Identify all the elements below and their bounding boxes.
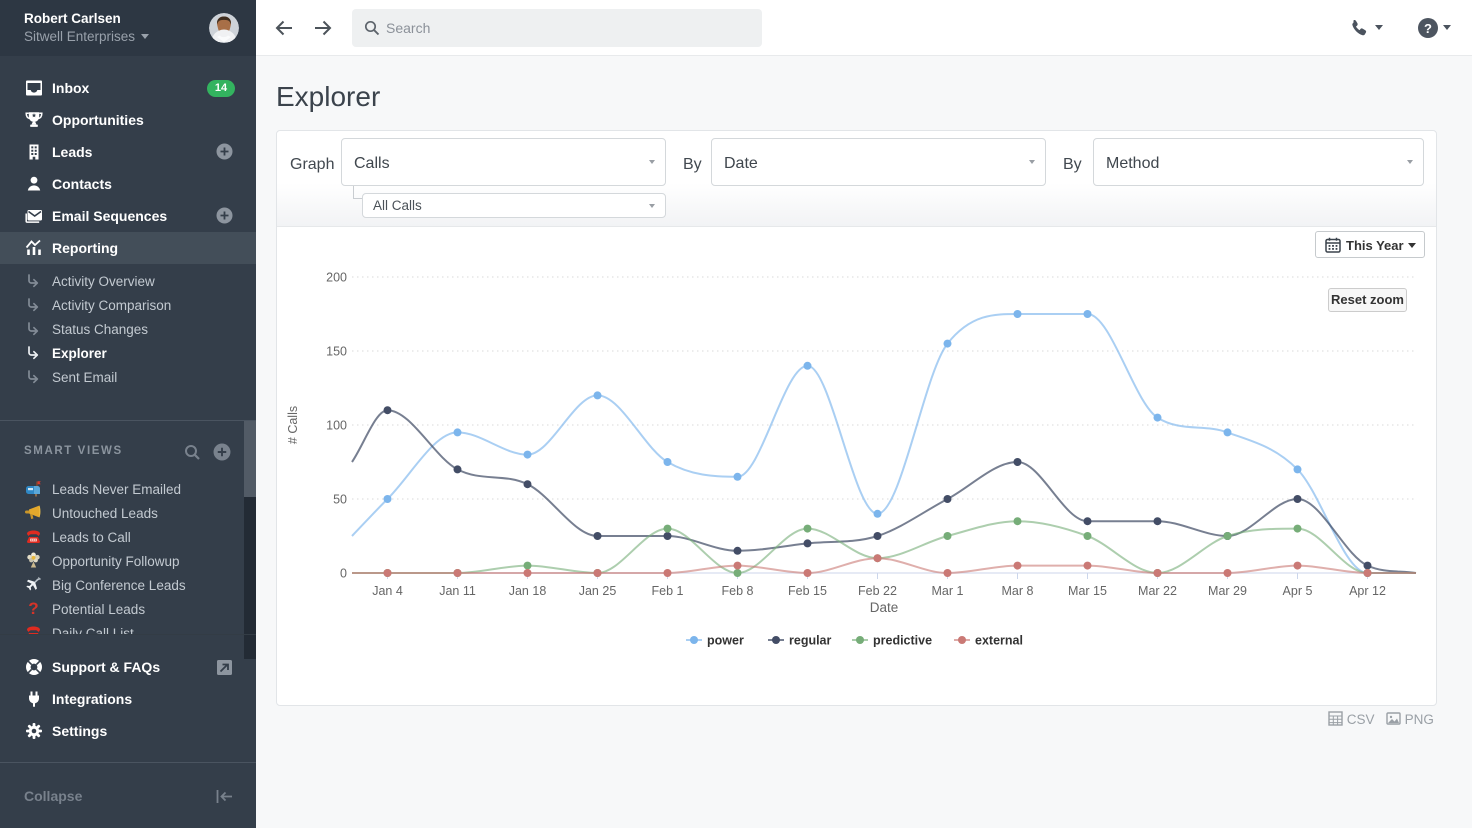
- svg-text:50: 50: [333, 493, 347, 507]
- svg-text:Mar 29: Mar 29: [1208, 584, 1247, 598]
- svg-text:Apr 5: Apr 5: [1283, 584, 1313, 598]
- svg-text:Feb 1: Feb 1: [652, 584, 684, 598]
- svg-text:Mar 15: Mar 15: [1068, 584, 1107, 598]
- svg-text:Mar 22: Mar 22: [1138, 584, 1177, 598]
- svg-text:regular: regular: [789, 634, 832, 648]
- svg-text:200: 200: [326, 271, 347, 285]
- svg-text:Jan 18: Jan 18: [509, 584, 547, 598]
- svg-text:external: external: [975, 634, 1023, 648]
- svg-text:150: 150: [326, 345, 347, 359]
- svg-text:Feb 8: Feb 8: [722, 584, 754, 598]
- svg-text:Jan 25: Jan 25: [579, 584, 617, 598]
- svg-text:# Calls: # Calls: [286, 406, 300, 444]
- svg-text:Jan 11: Jan 11: [439, 584, 476, 598]
- svg-text:?: ?: [28, 600, 38, 617]
- svg-text:power: power: [707, 634, 744, 648]
- svg-text:predictive: predictive: [873, 634, 932, 648]
- svg-text:Feb 22: Feb 22: [858, 584, 897, 598]
- svg-text:Jan 4: Jan 4: [372, 584, 403, 598]
- svg-text:0: 0: [340, 567, 347, 581]
- svg-text:Mar 8: Mar 8: [1002, 584, 1034, 598]
- svg-text:Date: Date: [870, 600, 899, 615]
- svg-text:Feb 15: Feb 15: [788, 584, 827, 598]
- svg-text:Mar 1: Mar 1: [932, 584, 964, 598]
- svg-text:100: 100: [326, 419, 347, 433]
- svg-text:Apr 12: Apr 12: [1349, 584, 1386, 598]
